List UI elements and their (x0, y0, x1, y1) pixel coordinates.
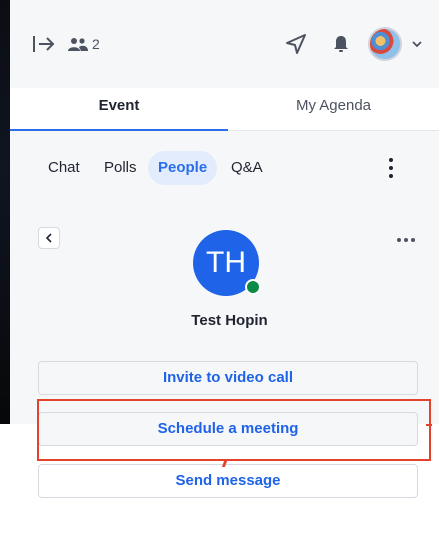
send-message-button[interactable]: Send message (38, 464, 418, 498)
profile-name: Test Hopin (191, 312, 268, 329)
subtab-polls[interactable]: Polls (104, 151, 137, 185)
subtab-people[interactable]: People (148, 151, 218, 185)
user-avatar[interactable] (368, 27, 402, 61)
tab-my-agenda[interactable]: My Agenda (228, 88, 439, 130)
attendee-count: 2 (92, 36, 100, 52)
tab-event[interactable]: Event (10, 88, 228, 131)
exit-icon[interactable] (32, 34, 56, 54)
bell-icon[interactable] (331, 34, 351, 54)
invite-video-call-button[interactable]: Invite to video call (38, 361, 418, 395)
chevron-down-icon[interactable] (411, 38, 423, 50)
online-status-indicator (245, 279, 261, 295)
sub-tabs: Chat Polls People Q&A (10, 131, 439, 201)
more-horizontal-icon[interactable] (396, 237, 416, 243)
main-tabs: Event My Agenda (10, 88, 439, 131)
more-vertical-icon[interactable] (386, 157, 396, 179)
subtab-chat[interactable]: Chat (48, 151, 80, 185)
back-button[interactable] (38, 227, 60, 249)
send-icon[interactable] (285, 33, 307, 55)
background-strip (0, 0, 10, 424)
chevron-left-icon (45, 233, 52, 243)
subtab-qa[interactable]: Q&A (231, 151, 263, 185)
top-bar: 2 (10, 0, 439, 88)
schedule-meeting-button[interactable]: Schedule a meeting (38, 412, 418, 446)
annotation-mark (426, 424, 432, 426)
people-icon (68, 38, 88, 51)
